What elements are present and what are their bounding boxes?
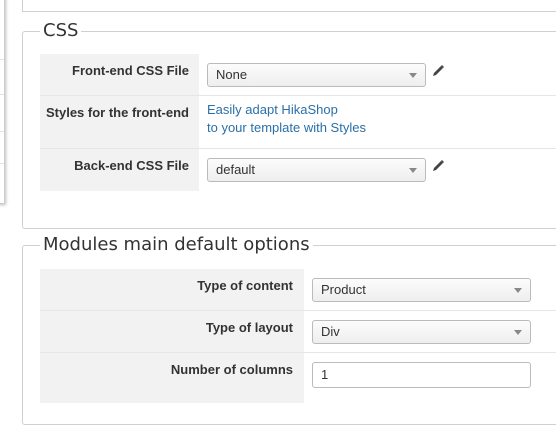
styles-label: Styles for the front-end xyxy=(40,96,199,148)
pencil-icon[interactable] xyxy=(431,64,445,78)
type-of-content-select[interactable]: Product xyxy=(312,278,531,302)
divider xyxy=(0,94,4,95)
chevron-down-icon xyxy=(409,73,417,78)
number-of-columns-row: Number of columns 1 xyxy=(40,353,556,403)
frontend-css-label: Front-end CSS File xyxy=(40,54,199,95)
frontend-css-row: Front-end CSS File None xyxy=(40,54,556,96)
type-of-layout-cell: Div xyxy=(304,311,556,352)
type-of-layout-value: Div xyxy=(321,324,340,339)
backend-css-label: Back-end CSS File xyxy=(40,149,199,191)
type-of-content-value: Product xyxy=(321,282,366,297)
previous-section-box xyxy=(22,0,556,12)
side-panel xyxy=(0,0,5,204)
number-of-columns-input[interactable]: 1 xyxy=(312,362,531,388)
backend-css-cell: default xyxy=(199,149,556,191)
backend-css-select[interactable]: default xyxy=(207,158,426,182)
frontend-css-cell: None xyxy=(199,54,556,95)
chevron-down-icon xyxy=(409,168,417,173)
styles-row: Styles for the front-end Easily adapt Hi… xyxy=(40,96,556,149)
number-of-columns-cell: 1 xyxy=(304,353,556,403)
number-of-columns-label: Number of columns xyxy=(40,353,304,403)
modules-section-title: Modules main default options xyxy=(43,234,310,255)
backend-css-value: default xyxy=(216,162,256,177)
type-of-layout-select[interactable]: Div xyxy=(312,320,531,344)
type-of-layout-label: Type of layout xyxy=(40,311,304,352)
type-of-content-cell: Product xyxy=(304,269,556,310)
styles-link[interactable]: Easily adapt HikaShop to your template w… xyxy=(207,101,366,137)
chevron-down-icon xyxy=(514,330,522,335)
divider xyxy=(0,131,4,132)
type-of-content-label: Type of content xyxy=(40,269,304,310)
type-of-content-row: Type of content Product xyxy=(40,269,556,311)
type-of-layout-row: Type of layout Div xyxy=(40,311,556,353)
styles-link-line1: Easily adapt HikaShop xyxy=(207,102,338,117)
frontend-css-value: None xyxy=(216,67,248,82)
backend-css-row: Back-end CSS File default xyxy=(40,149,556,191)
pencil-icon[interactable] xyxy=(431,159,445,173)
frontend-css-select[interactable]: None xyxy=(207,63,426,87)
chevron-down-icon xyxy=(514,288,522,293)
styles-cell: Easily adapt HikaShop to your template w… xyxy=(199,96,556,148)
divider xyxy=(0,59,4,60)
styles-link-line2: to your template with Styles xyxy=(207,120,366,135)
css-section-title: CSS xyxy=(43,20,79,41)
divider xyxy=(0,163,4,164)
